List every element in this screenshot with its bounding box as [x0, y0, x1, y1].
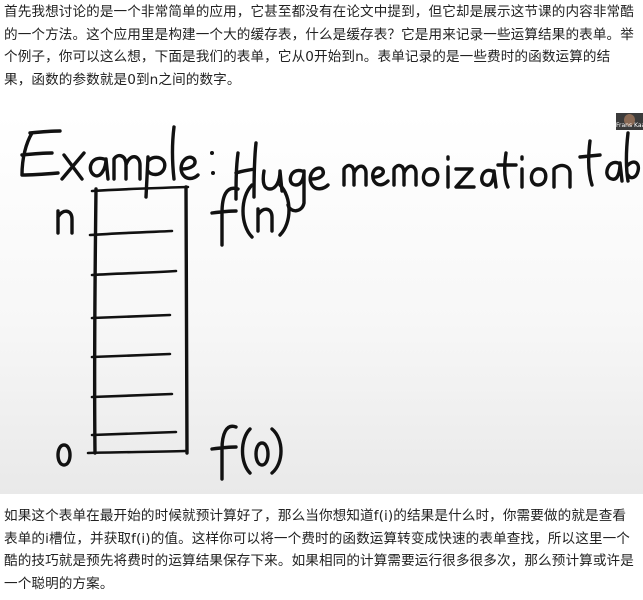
handwriting-index-0 — [56, 443, 72, 467]
intro-paragraph: 首先我想讨论的是一个非常简单的应用，它甚至都没有在论文中提到，但它却是展示这节课… — [4, 4, 634, 88]
explanation-paragraph: 如果这个表单在最开始的时候就预计算好了，那么当你想知道f(i)的结果是什么时，你… — [4, 508, 634, 592]
handwriting-index-n — [56, 209, 74, 235]
lecture-figure: Frans Kaa — [0, 113, 643, 494]
handwriting-title — [234, 131, 641, 213]
handwritten-whiteboard — [20, 125, 641, 481]
presenter-webcam-thumbnail: Frans Kaa — [616, 113, 643, 130]
handwriting-value-f0 — [210, 424, 283, 481]
presenter-name-label: Frans Kaa — [616, 122, 643, 129]
memoization-table — [86, 185, 190, 455]
handwriting-value-fn — [210, 183, 291, 247]
